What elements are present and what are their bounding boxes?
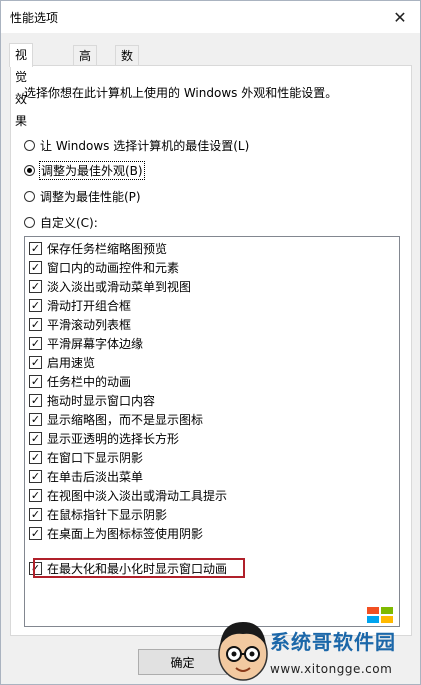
checkbox-checked-icon[interactable]: ✓ — [29, 393, 42, 407]
checkbox-checked-icon[interactable]: ✓ — [29, 431, 42, 445]
radio-label: 自定义(C): — [40, 215, 98, 230]
tab-label: 视觉效果 — [15, 48, 28, 128]
effect-label: 在桌面上为图标标签使用阴影 — [47, 526, 204, 541]
effect-label: 淡入淡出或滑动菜单到视图 — [47, 279, 192, 294]
effect-label: 启用速览 — [47, 355, 96, 370]
effect-label: 平滑滚动列表框 — [47, 317, 132, 332]
watermark-url: www.xitongge.com — [270, 662, 393, 676]
effect-label: 窗口内的动画控件和元素 — [47, 260, 180, 275]
checkbox-checked-icon[interactable]: ✓ — [29, 336, 42, 350]
visual-effects-panel: 选择你想在此计算机上使用的 Windows 外观和性能设置。 让 Windows… — [10, 65, 412, 636]
watermark-site-name: 系统哥软件园 — [270, 630, 396, 654]
checkbox-checked-icon[interactable]: ✓ — [29, 488, 42, 502]
effect-label: 拖动时显示窗口内容 — [47, 393, 156, 408]
effects-list[interactable]: ✓ 保存任务栏缩略图预览 ✓ 窗口内的动画控件和元素 ✓ 淡入淡出或滑动菜单到视图 ✓… — [24, 236, 400, 627]
effect-item[interactable]: ✓ 淡入淡出或滑动菜单到视图 — [29, 277, 191, 295]
checkbox-checked-icon[interactable]: ✓ — [29, 469, 42, 483]
tab-data-execution-prevention[interactable]: 数据执行保护 — [115, 45, 140, 163]
effect-item[interactable]: ✓ 在桌面上为图标标签使用阴影 — [29, 524, 203, 542]
performance-options-dialog: 性能选项 ✕ 视觉效果 高级 数据执行保护 选择你想在此计算机上使用的 Wind… — [0, 0, 421, 685]
panel-description: 选择你想在此计算机上使用的 Windows 外观和性能设置。 — [24, 86, 338, 100]
checkbox-checked-icon[interactable]: ✓ — [29, 507, 42, 521]
windows-logo-icon — [367, 607, 397, 623]
watermark: 系统哥软件园 www.xitongge.com — [212, 604, 421, 685]
effect-label: 在鼠标指针下显示阴影 — [47, 507, 168, 522]
radio-custom[interactable]: 自定义(C): — [24, 213, 98, 231]
effect-item[interactable]: ✓ 启用速览 — [29, 353, 95, 371]
effect-item[interactable]: ✓ 在窗口下显示阴影 — [29, 448, 143, 466]
effect-label: 在窗口下显示阴影 — [47, 450, 144, 465]
effect-item[interactable]: ✓ 在视图中淡入淡出或滑动工具提示 — [29, 486, 227, 504]
tab-advanced[interactable]: 高级 — [73, 45, 98, 83]
effect-label: 显示缩略图，而不是显示图标 — [47, 412, 204, 427]
effect-item[interactable]: ✓ 任务栏中的动画 — [29, 372, 131, 390]
checkbox-checked-icon[interactable]: ✓ — [29, 412, 42, 426]
checkbox-checked-icon[interactable]: ✓ — [29, 355, 42, 369]
checkbox-checked-icon[interactable]: ✓ — [29, 260, 42, 274]
radio-best-performance[interactable]: 调整为最佳性能(P) — [24, 187, 141, 205]
highlight-annotation-box — [33, 558, 245, 578]
mascot-icon — [218, 622, 268, 681]
radio-label: 调整为最佳性能(P) — [40, 189, 141, 204]
effect-item[interactable]: ✓ 保存任务栏缩略图预览 — [29, 239, 167, 257]
effect-item[interactable]: ✓ 在鼠标指针下显示阴影 — [29, 505, 167, 523]
tab-visual-effects[interactable]: 视觉效果 — [9, 43, 34, 128]
effect-label: 保存任务栏缩略图预览 — [47, 241, 168, 256]
effect-item[interactable]: ✓ 窗口内的动画控件和元素 — [29, 258, 179, 276]
radio-label: 调整为最佳外观(B) — [39, 160, 145, 180]
radio-best-appearance[interactable]: 调整为最佳外观(B) — [24, 160, 145, 180]
radio-button[interactable] — [24, 190, 35, 202]
radio-button-selected[interactable] — [24, 164, 35, 176]
effect-label: 任务栏中的动画 — [47, 374, 132, 389]
effect-item[interactable]: ✓ 拖动时显示窗口内容 — [29, 391, 155, 409]
radio-let-windows-choose[interactable]: 让 Windows 选择计算机的最佳设置(L) — [24, 136, 249, 154]
checkbox-checked-icon[interactable]: ✓ — [29, 241, 42, 255]
effect-label: 滑动打开组合框 — [47, 298, 132, 313]
effect-item[interactable]: ✓ 在单击后淡出菜单 — [29, 467, 143, 485]
title-bar: 性能选项 ✕ — [1, 1, 420, 33]
effect-item[interactable]: ✓ 平滑滚动列表框 — [29, 315, 131, 333]
effect-item[interactable]: ✓ 显示亚透明的选择长方形 — [29, 429, 179, 447]
effect-item[interactable]: ✓ 平滑屏幕字体边缘 — [29, 334, 143, 352]
window-title: 性能选项 — [10, 11, 59, 25]
close-icon[interactable]: ✕ — [380, 1, 420, 33]
radio-label: 让 Windows 选择计算机的最佳设置(L) — [40, 138, 250, 153]
effect-item[interactable]: ✓ 滑动打开组合框 — [29, 296, 131, 314]
radio-button[interactable] — [24, 139, 35, 151]
checkbox-checked-icon[interactable]: ✓ — [29, 279, 42, 293]
effect-item[interactable]: ✓ 显示缩略图，而不是显示图标 — [29, 410, 203, 428]
effect-label: 在单击后淡出菜单 — [47, 469, 144, 484]
checkbox-checked-icon[interactable]: ✓ — [29, 450, 42, 464]
ok-button-label: 确定 — [170, 655, 195, 670]
checkbox-checked-icon[interactable]: ✓ — [29, 317, 42, 331]
radio-button[interactable] — [24, 216, 35, 228]
checkbox-checked-icon[interactable]: ✓ — [29, 298, 42, 312]
effect-label: 平滑屏幕字体边缘 — [47, 336, 144, 351]
effect-label: 在视图中淡入淡出或滑动工具提示 — [47, 488, 228, 503]
checkbox-checked-icon[interactable]: ✓ — [29, 526, 42, 540]
checkbox-checked-icon[interactable]: ✓ — [29, 374, 42, 388]
effect-label: 显示亚透明的选择长方形 — [47, 431, 180, 446]
